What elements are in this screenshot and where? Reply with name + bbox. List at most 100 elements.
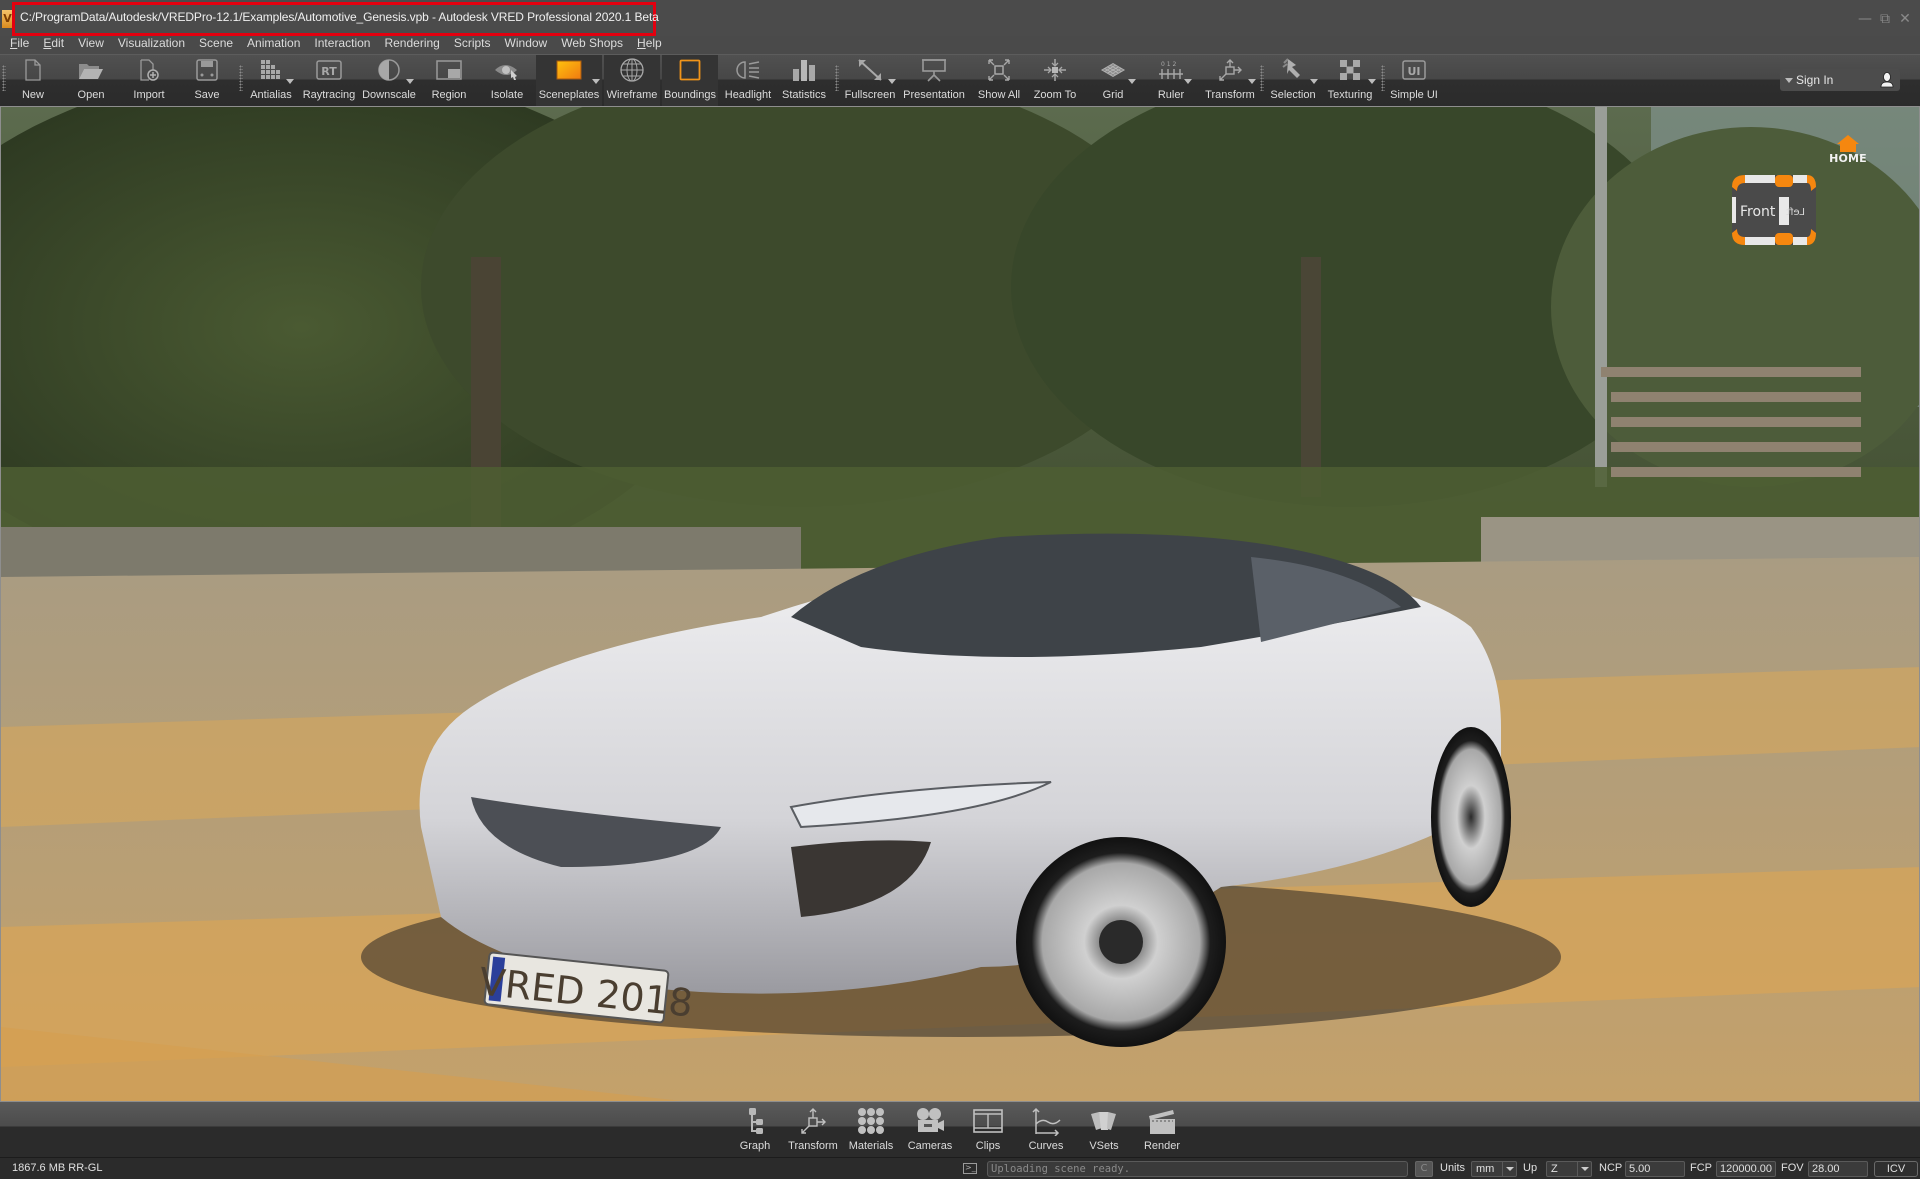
fov-field[interactable]: 28.00	[1808, 1161, 1868, 1177]
fullscreen-button[interactable]: Fullscreen	[842, 55, 898, 107]
toolbar-gripper[interactable]	[2, 65, 6, 91]
icv-button[interactable]: ICV	[1874, 1161, 1918, 1177]
menu-animation[interactable]: Animation	[247, 34, 300, 54]
statistics-button[interactable]: Statistics	[778, 55, 830, 107]
toolbar-gripper[interactable]	[835, 65, 839, 91]
console-input[interactable]: Uploading scene ready.	[987, 1161, 1408, 1177]
raytracing-icon: RT	[316, 60, 342, 80]
open-button[interactable]: Open	[70, 55, 112, 107]
grid-button[interactable]: Grid	[1088, 55, 1138, 107]
toolbar-gripper[interactable]	[1381, 65, 1385, 91]
selection-button[interactable]: Selection	[1266, 55, 1320, 107]
fcp-field[interactable]: 120000.00	[1716, 1161, 1776, 1177]
dropdown-arrow-icon[interactable]	[1368, 79, 1376, 84]
zoom-to-button[interactable]: Zoom To	[1030, 55, 1080, 107]
cameras-icon	[917, 1108, 944, 1132]
restore-icon[interactable]: ⧉	[1878, 12, 1892, 26]
menu-window[interactable]: Window	[505, 34, 548, 54]
texturing-button[interactable]: Texturing	[1322, 55, 1378, 107]
memory-readout: 1867.6 MB RR-GL	[12, 1162, 103, 1174]
region-button[interactable]: Region	[426, 55, 472, 107]
menu-bar: File Edit View Visualization Scene Anima…	[0, 34, 676, 54]
up-axis-select[interactable]: Z	[1546, 1161, 1592, 1177]
dropdown-arrow-icon[interactable]	[1310, 79, 1318, 84]
sign-in-button[interactable]: Sign In	[1780, 69, 1900, 91]
units-select[interactable]: mm	[1471, 1161, 1517, 1177]
transform-icon	[801, 1108, 826, 1134]
boundings-button[interactable]: Boundings	[662, 55, 718, 107]
menu-scripts[interactable]: Scripts	[454, 34, 491, 54]
texturing-icon	[1340, 60, 1360, 80]
dropdown-arrow-icon[interactable]	[1248, 79, 1256, 84]
menu-view[interactable]: View	[78, 34, 104, 54]
fov-label: FOV	[1781, 1162, 1804, 1174]
dropdown-arrow-icon[interactable]	[592, 79, 600, 84]
module-dock: Graph Transform Materials Cameras Clips …	[0, 1102, 1920, 1157]
dropdown-arrow-icon[interactable]	[1128, 79, 1136, 84]
menu-file[interactable]: File	[10, 34, 29, 54]
render-module-button[interactable]: Render	[1133, 1104, 1191, 1156]
view-cube[interactable]: Front Left	[1731, 173, 1817, 247]
scene-render[interactable]: VRED 2018	[1, 107, 1920, 1102]
ruler-icon: 0 1 2	[1159, 61, 1183, 79]
isolate-icon	[495, 65, 517, 80]
vred-window: V C:/ProgramData/Autodesk/VREDPro-12.1/E…	[0, 0, 1920, 1179]
dropdown-arrow-icon[interactable]	[888, 79, 896, 84]
antialias-icon	[261, 60, 280, 79]
import-button[interactable]: Import	[128, 55, 170, 107]
statistics-icon	[793, 60, 815, 81]
tool-label: Save	[194, 89, 220, 101]
ncp-field[interactable]: 5.00	[1625, 1161, 1685, 1177]
dropdown-arrow-icon[interactable]	[1184, 79, 1192, 84]
simple-ui-icon: UI	[1402, 60, 1426, 80]
up-axis-label: Up	[1523, 1162, 1538, 1174]
show-all-button[interactable]: Show All	[974, 55, 1024, 107]
render-viewport[interactable]: VRED 2018 HOME Front Left	[0, 106, 1920, 1102]
render-icon	[1149, 1110, 1175, 1134]
view-cube-front-label[interactable]: Front	[1740, 204, 1776, 220]
menu-edit[interactable]: Edit	[43, 34, 64, 54]
close-icon[interactable]: ✕	[1898, 12, 1912, 26]
sceneplates-button[interactable]: Sceneplates	[536, 55, 602, 107]
presentation-button[interactable]: Presentation	[900, 55, 968, 107]
dropdown-arrow-icon[interactable]	[406, 79, 414, 84]
menu-interaction[interactable]: Interaction	[314, 34, 370, 54]
clear-console-button[interactable]: C	[1415, 1161, 1433, 1177]
ruler-button[interactable]: 0 1 2 Ruler	[1148, 55, 1194, 107]
tool-label: Import	[133, 89, 165, 101]
toolbar-gripper[interactable]	[239, 65, 243, 91]
graph-icon	[749, 1108, 763, 1134]
tool-label: Headlight	[724, 89, 772, 101]
menu-web-shops[interactable]: Web Shops	[561, 34, 623, 54]
new-button[interactable]: New	[12, 55, 54, 107]
tool-label: Transform	[1205, 89, 1255, 101]
raytracing-button[interactable]: RT Raytracing	[302, 55, 356, 107]
menu-scene[interactable]: Scene	[199, 34, 233, 54]
dropdown-arrow-icon[interactable]	[286, 79, 294, 84]
window-title: C:/ProgramData/Autodesk/VREDPro-12.1/Exa…	[20, 10, 659, 24]
isolate-button[interactable]: Isolate	[484, 55, 530, 107]
menu-rendering[interactable]: Rendering	[384, 34, 439, 54]
terminal-icon[interactable]: >_	[963, 1163, 977, 1174]
sceneplates-icon	[556, 60, 582, 80]
menu-visualization[interactable]: Visualization	[118, 34, 185, 54]
home-button[interactable]: HOME	[1827, 135, 1869, 165]
transform-button[interactable]: Transform	[1202, 55, 1258, 107]
simple-ui-button[interactable]: UI Simple UI	[1388, 55, 1440, 107]
units-value: mm	[1476, 1163, 1495, 1175]
tool-label: Presentation	[903, 89, 965, 101]
wireframe-button[interactable]: Wireframe	[604, 55, 660, 107]
antialias-button[interactable]: Antialias	[246, 55, 296, 107]
show-all-icon	[988, 59, 1010, 81]
view-cube-side-label[interactable]: Left	[1786, 207, 1805, 218]
downscale-button[interactable]: Downscale	[362, 55, 416, 107]
presentation-icon	[922, 59, 946, 82]
toolbar-gripper[interactable]	[1260, 65, 1264, 91]
menu-help[interactable]: Help	[637, 34, 662, 54]
headlight-button[interactable]: Headlight	[722, 55, 774, 107]
minimize-icon[interactable]: —	[1858, 12, 1872, 26]
menu-mnemonic: H	[637, 36, 646, 50]
save-button[interactable]: Save	[186, 55, 228, 107]
svg-text:UI: UI	[1407, 65, 1420, 78]
chevron-down-icon	[1577, 1162, 1591, 1176]
